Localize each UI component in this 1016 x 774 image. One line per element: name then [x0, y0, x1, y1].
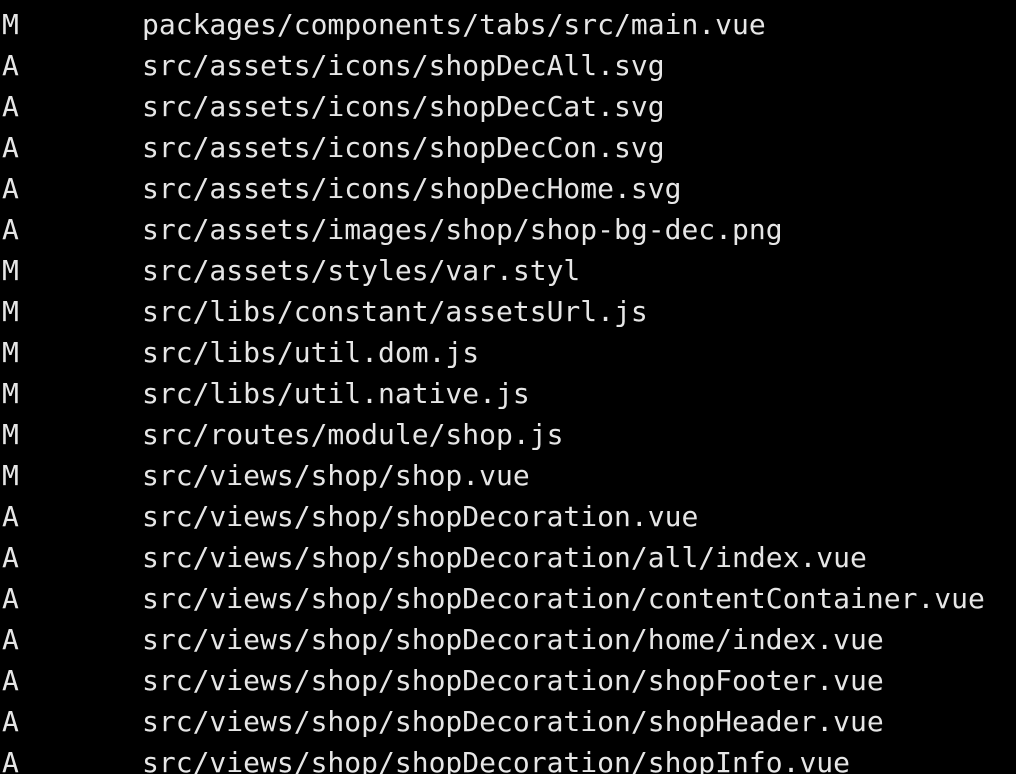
file-status-code: M	[2, 254, 19, 287]
file-status-code: A	[2, 131, 19, 164]
file-path: src/views/shop/shopDecoration/shopHeader…	[142, 705, 884, 738]
file-status-code: A	[2, 90, 19, 123]
file-status-code: M	[2, 8, 19, 41]
file-status-code: M	[2, 295, 19, 328]
file-path: src/assets/icons/shopDecAll.svg	[142, 49, 665, 82]
file-status-code: A	[2, 582, 19, 615]
file-path: src/assets/icons/shopDecCon.svg	[142, 131, 665, 164]
file-status-code: A	[2, 172, 19, 205]
file-status-code: A	[2, 623, 19, 656]
file-path: src/assets/images/shop/shop-bg-dec.png	[142, 213, 783, 246]
file-path: src/assets/icons/shopDecHome.svg	[142, 172, 682, 205]
file-status-code: A	[2, 705, 19, 738]
file-status-code: M	[2, 418, 19, 451]
terminal-window: Mpackages/components/tabs/src/main.vue As…	[0, 0, 1016, 774]
file-path: src/views/shop/shopDecoration/shopInfo.v…	[142, 746, 851, 774]
file-path: src/views/shop/shopDecoration/shopFooter…	[142, 664, 884, 697]
file-status-code: A	[2, 746, 19, 774]
file-status-code: A	[2, 500, 19, 533]
file-status-code: M	[2, 336, 19, 369]
file-path: src/views/shop/shopDecoration.vue	[142, 500, 699, 533]
file-path: packages/components/tabs/src/main.vue	[142, 8, 766, 41]
file-path: src/views/shop/shopDecoration/home/index…	[142, 623, 884, 656]
file-path: src/routes/module/shop.js	[142, 418, 564, 451]
file-status-code: M	[2, 459, 19, 492]
file-path: src/views/shop/shop.vue	[142, 459, 530, 492]
file-status-code: A	[2, 541, 19, 574]
file-status-code: M	[2, 377, 19, 410]
file-path: src/assets/styles/var.styl	[142, 254, 581, 287]
file-path: src/libs/constant/assetsUrl.js	[142, 295, 648, 328]
file-path: src/views/shop/shopDecoration/all/index.…	[142, 541, 867, 574]
file-path: src/libs/util.native.js	[142, 377, 530, 410]
file-status-code: A	[2, 664, 19, 697]
file-path: src/libs/util.dom.js	[142, 336, 480, 369]
file-path: src/views/shop/shopDecoration/contentCon…	[142, 582, 985, 615]
file-status-code: A	[2, 49, 19, 82]
file-path: src/assets/icons/shopDecCat.svg	[142, 90, 665, 123]
file-status-code: A	[2, 213, 19, 246]
